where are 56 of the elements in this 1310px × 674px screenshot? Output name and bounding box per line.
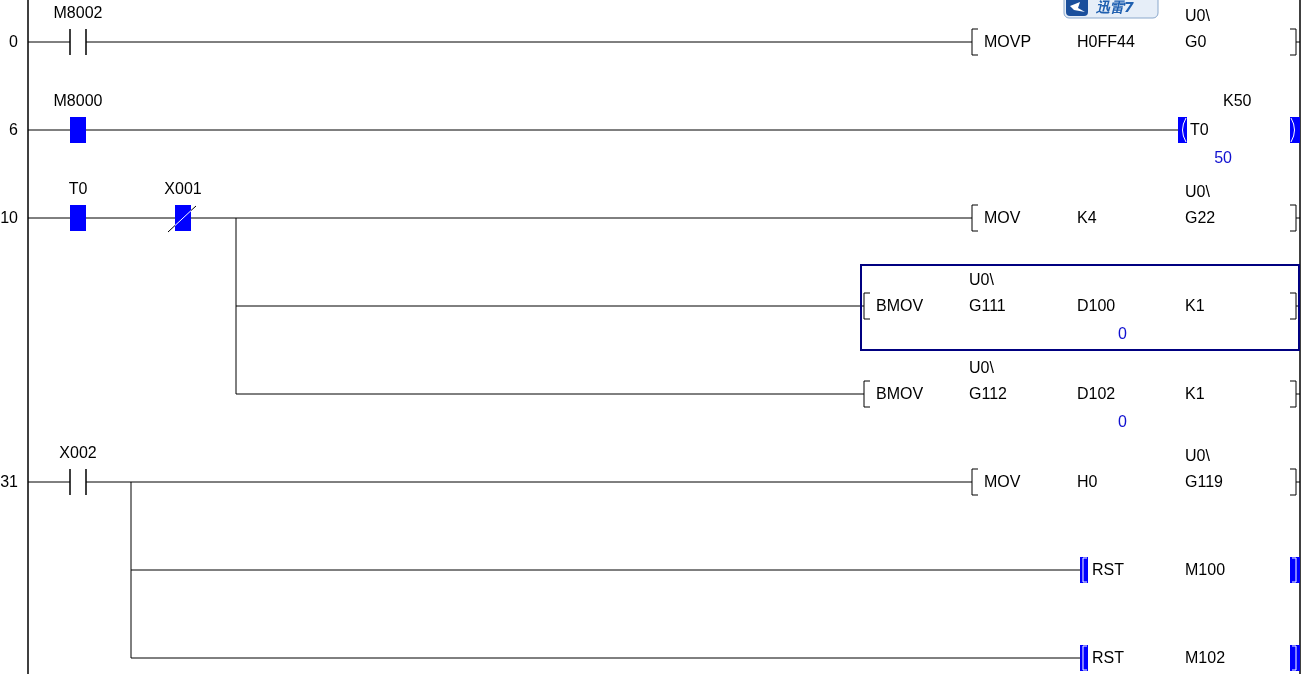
step-number: 10	[0, 209, 18, 226]
module-prefix: U0\	[969, 271, 994, 288]
instruction-mnemonic: MOV	[984, 209, 1021, 226]
operand-text: M100	[1185, 561, 1226, 578]
device-label: M8002	[53, 4, 103, 21]
operand-text: D102	[1077, 385, 1116, 402]
operand-text: M102	[1185, 649, 1226, 666]
wire	[27, 217, 71, 219]
module-prefix: U0\	[1185, 7, 1210, 24]
step-number: 31	[0, 473, 18, 490]
operand-text: H0	[1077, 473, 1098, 490]
operand-text: K4	[1077, 209, 1097, 226]
step-number: 0	[9, 33, 18, 50]
operand-text: G112	[969, 385, 1007, 402]
operand-text: K1	[1185, 297, 1205, 314]
operand-text: K1	[1185, 385, 1205, 402]
selection-cursor[interactable]	[860, 264, 1300, 351]
wire	[27, 129, 71, 131]
open-bracket-icon	[863, 292, 871, 320]
close-bracket-icon	[1289, 28, 1301, 56]
instruction-mnemonic: BMOV	[876, 297, 924, 314]
close-bracket-icon	[1289, 204, 1301, 232]
wire	[27, 481, 71, 483]
close-bracket-icon	[1289, 292, 1301, 320]
timer-setting: K50	[1223, 92, 1252, 109]
operand-text: G119	[1185, 473, 1223, 490]
close-bracket-icon	[1289, 468, 1301, 496]
device-label: T0	[68, 180, 88, 197]
device-label: M8000	[53, 92, 103, 109]
current-value: 0	[1118, 413, 1127, 430]
open-bracket-icon	[971, 28, 979, 56]
open-bracket-icon	[863, 380, 871, 408]
instruction-mnemonic: MOV	[984, 473, 1021, 490]
wire	[27, 41, 71, 43]
instruction-mnemonic: BMOV	[876, 385, 924, 402]
current-value: 0	[1118, 325, 1127, 342]
operand-text: H0FF44	[1077, 33, 1135, 50]
current-value: 50	[1214, 149, 1232, 166]
open-bracket-icon	[971, 468, 979, 496]
module-prefix: U0\	[969, 359, 994, 376]
instruction-mnemonic: RST	[1092, 649, 1124, 666]
device-label: X001	[164, 180, 202, 197]
operand-text: G0	[1185, 33, 1207, 50]
coil-device: T0	[1190, 121, 1209, 138]
badge-label: 迅雷7	[1096, 0, 1134, 15]
device-label: X002	[59, 444, 97, 461]
step-number: 6	[9, 121, 18, 138]
operand-text: G22	[1185, 209, 1216, 226]
instruction-mnemonic: RST	[1092, 561, 1124, 578]
operand-text: D100	[1077, 297, 1116, 314]
module-prefix: U0\	[1185, 447, 1210, 464]
close-bracket-icon	[1289, 380, 1301, 408]
module-prefix: U0\	[1185, 183, 1210, 200]
operand-text: G111	[969, 297, 1006, 314]
instruction-mnemonic: MOVP	[984, 33, 1032, 50]
open-bracket-icon	[971, 204, 979, 232]
